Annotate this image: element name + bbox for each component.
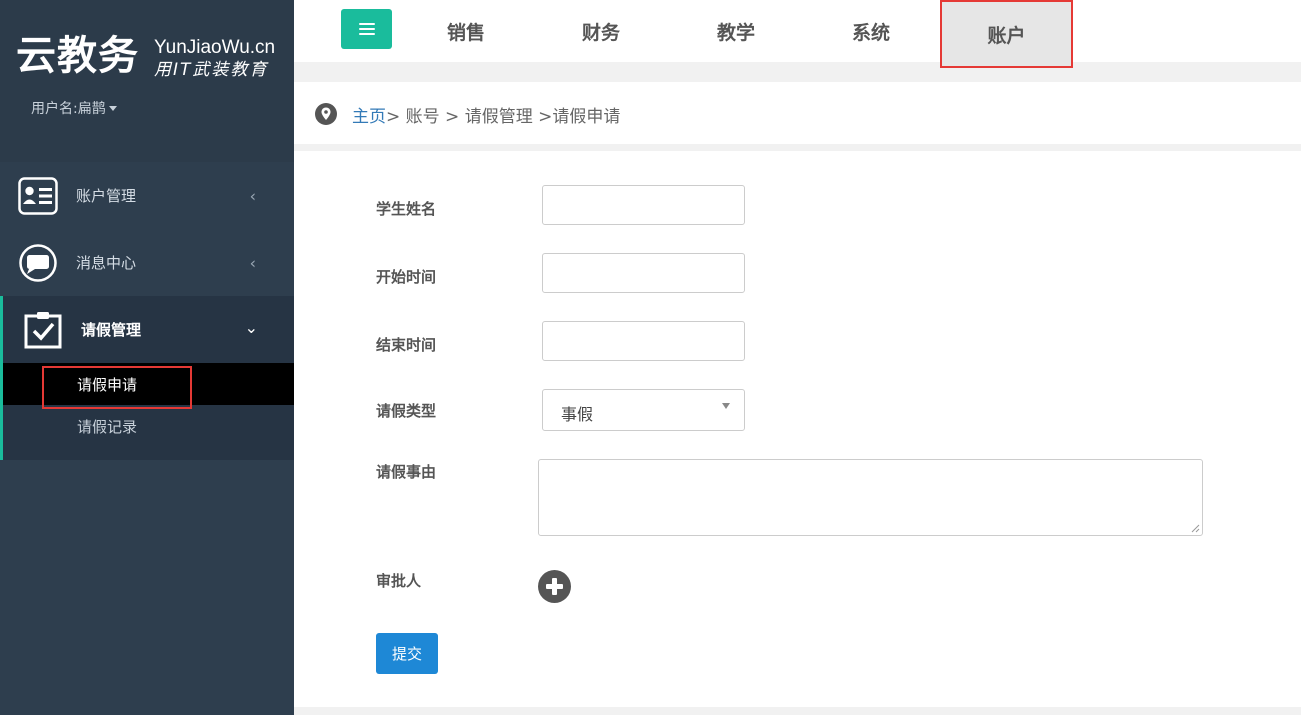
sidebar-item-account-management[interactable]: 账户管理 ‹ xyxy=(0,162,294,229)
user-menu[interactable]: 用户名:扁鹊 xyxy=(31,98,117,118)
add-approver-icon[interactable] xyxy=(538,570,571,603)
breadcrumb: 主页> 账号 > 请假管理 >请假申请 xyxy=(352,102,620,127)
sidebar-subitem-label: 请假记录 xyxy=(77,418,138,436)
caret-down-icon xyxy=(108,105,117,111)
sidebar-item-label: 消息中心 xyxy=(76,254,137,272)
top-navbar: 销售 财务 教学 系统 账户 xyxy=(294,0,1301,68)
logo-chinese: 云教务 xyxy=(16,33,139,79)
leave-reason-label: 请假事由 xyxy=(376,463,437,481)
sidebar-group-label: 请假管理 xyxy=(81,321,142,339)
logo-slogan: 用IT武装教育 xyxy=(154,60,269,80)
end-time-label: 结束时间 xyxy=(376,336,437,354)
start-time-label: 开始时间 xyxy=(376,268,437,286)
sidebar-item-message-center[interactable]: 消息中心 ‹ xyxy=(0,229,294,296)
submit-button[interactable]: 提交 xyxy=(376,633,438,674)
resize-handle-icon[interactable] xyxy=(1191,524,1200,533)
contact-card-icon xyxy=(18,176,58,215)
sidebar-item-leave-management[interactable]: 请假管理 ⌄ xyxy=(3,296,294,363)
breadcrumb-home-link[interactable]: 主页 xyxy=(352,107,386,127)
leave-type-select[interactable]: 事假 xyxy=(542,389,745,431)
sidebar-subitem-leave-apply[interactable]: 请假申请 xyxy=(3,363,294,405)
student-name-label: 学生姓名 xyxy=(376,200,437,218)
chevron-left-icon: ‹ xyxy=(249,186,256,205)
sidebar-item-label: 账户管理 xyxy=(76,187,137,205)
end-time-input[interactable] xyxy=(542,321,745,361)
dropdown-arrow-icon xyxy=(722,403,730,409)
chevron-down-icon: ⌄ xyxy=(244,318,258,337)
sidebar-subitem-label: 请假申请 xyxy=(77,376,138,394)
tab-teaching[interactable]: 教学 xyxy=(694,0,778,62)
start-time-input[interactable] xyxy=(542,253,745,293)
breadcrumb-path: > 账号 > 请假管理 >请假申请 xyxy=(386,107,621,127)
sidebar: 云教务 YunJiaoWu.cn 用IT武装教育 用户名:扁鹊 账户管理 ‹ 消… xyxy=(0,0,294,715)
location-pin-icon xyxy=(315,103,337,125)
tab-sales[interactable]: 销售 xyxy=(424,0,508,62)
leave-type-selected-value: 事假 xyxy=(561,405,594,424)
hamburger-icon xyxy=(358,23,375,35)
username-label: 用户名:扁鹊 xyxy=(31,101,106,117)
message-bubble-icon xyxy=(19,243,57,282)
breadcrumb-bar: 主页> 账号 > 请假管理 >请假申请 xyxy=(294,82,1301,144)
sidebar-subitem-leave-records[interactable]: 请假记录 xyxy=(3,405,294,447)
clipboard-check-icon xyxy=(24,312,62,349)
student-name-input[interactable] xyxy=(542,185,745,225)
menu-toggle-button[interactable] xyxy=(341,9,392,49)
tab-system[interactable]: 系统 xyxy=(829,0,913,62)
leave-application-form: 学生姓名 开始时间 结束时间 请假类型 事假 请假事由 审批人 提交 xyxy=(294,151,1301,707)
leave-type-label: 请假类型 xyxy=(376,402,437,420)
leave-reason-textarea[interactable] xyxy=(538,459,1203,536)
logo-english: YunJiaoWu.cn xyxy=(154,37,276,58)
brand-area: 云教务 YunJiaoWu.cn 用IT武装教育 用户名:扁鹊 xyxy=(0,0,294,162)
tab-account[interactable]: 账户 xyxy=(940,0,1073,68)
sidebar-group-leave-management: 请假管理 ⌄ 请假申请 请假记录 xyxy=(0,296,294,460)
approver-label: 审批人 xyxy=(376,572,422,590)
tab-finance[interactable]: 财务 xyxy=(559,0,643,62)
chevron-left-icon: ‹ xyxy=(249,253,256,272)
